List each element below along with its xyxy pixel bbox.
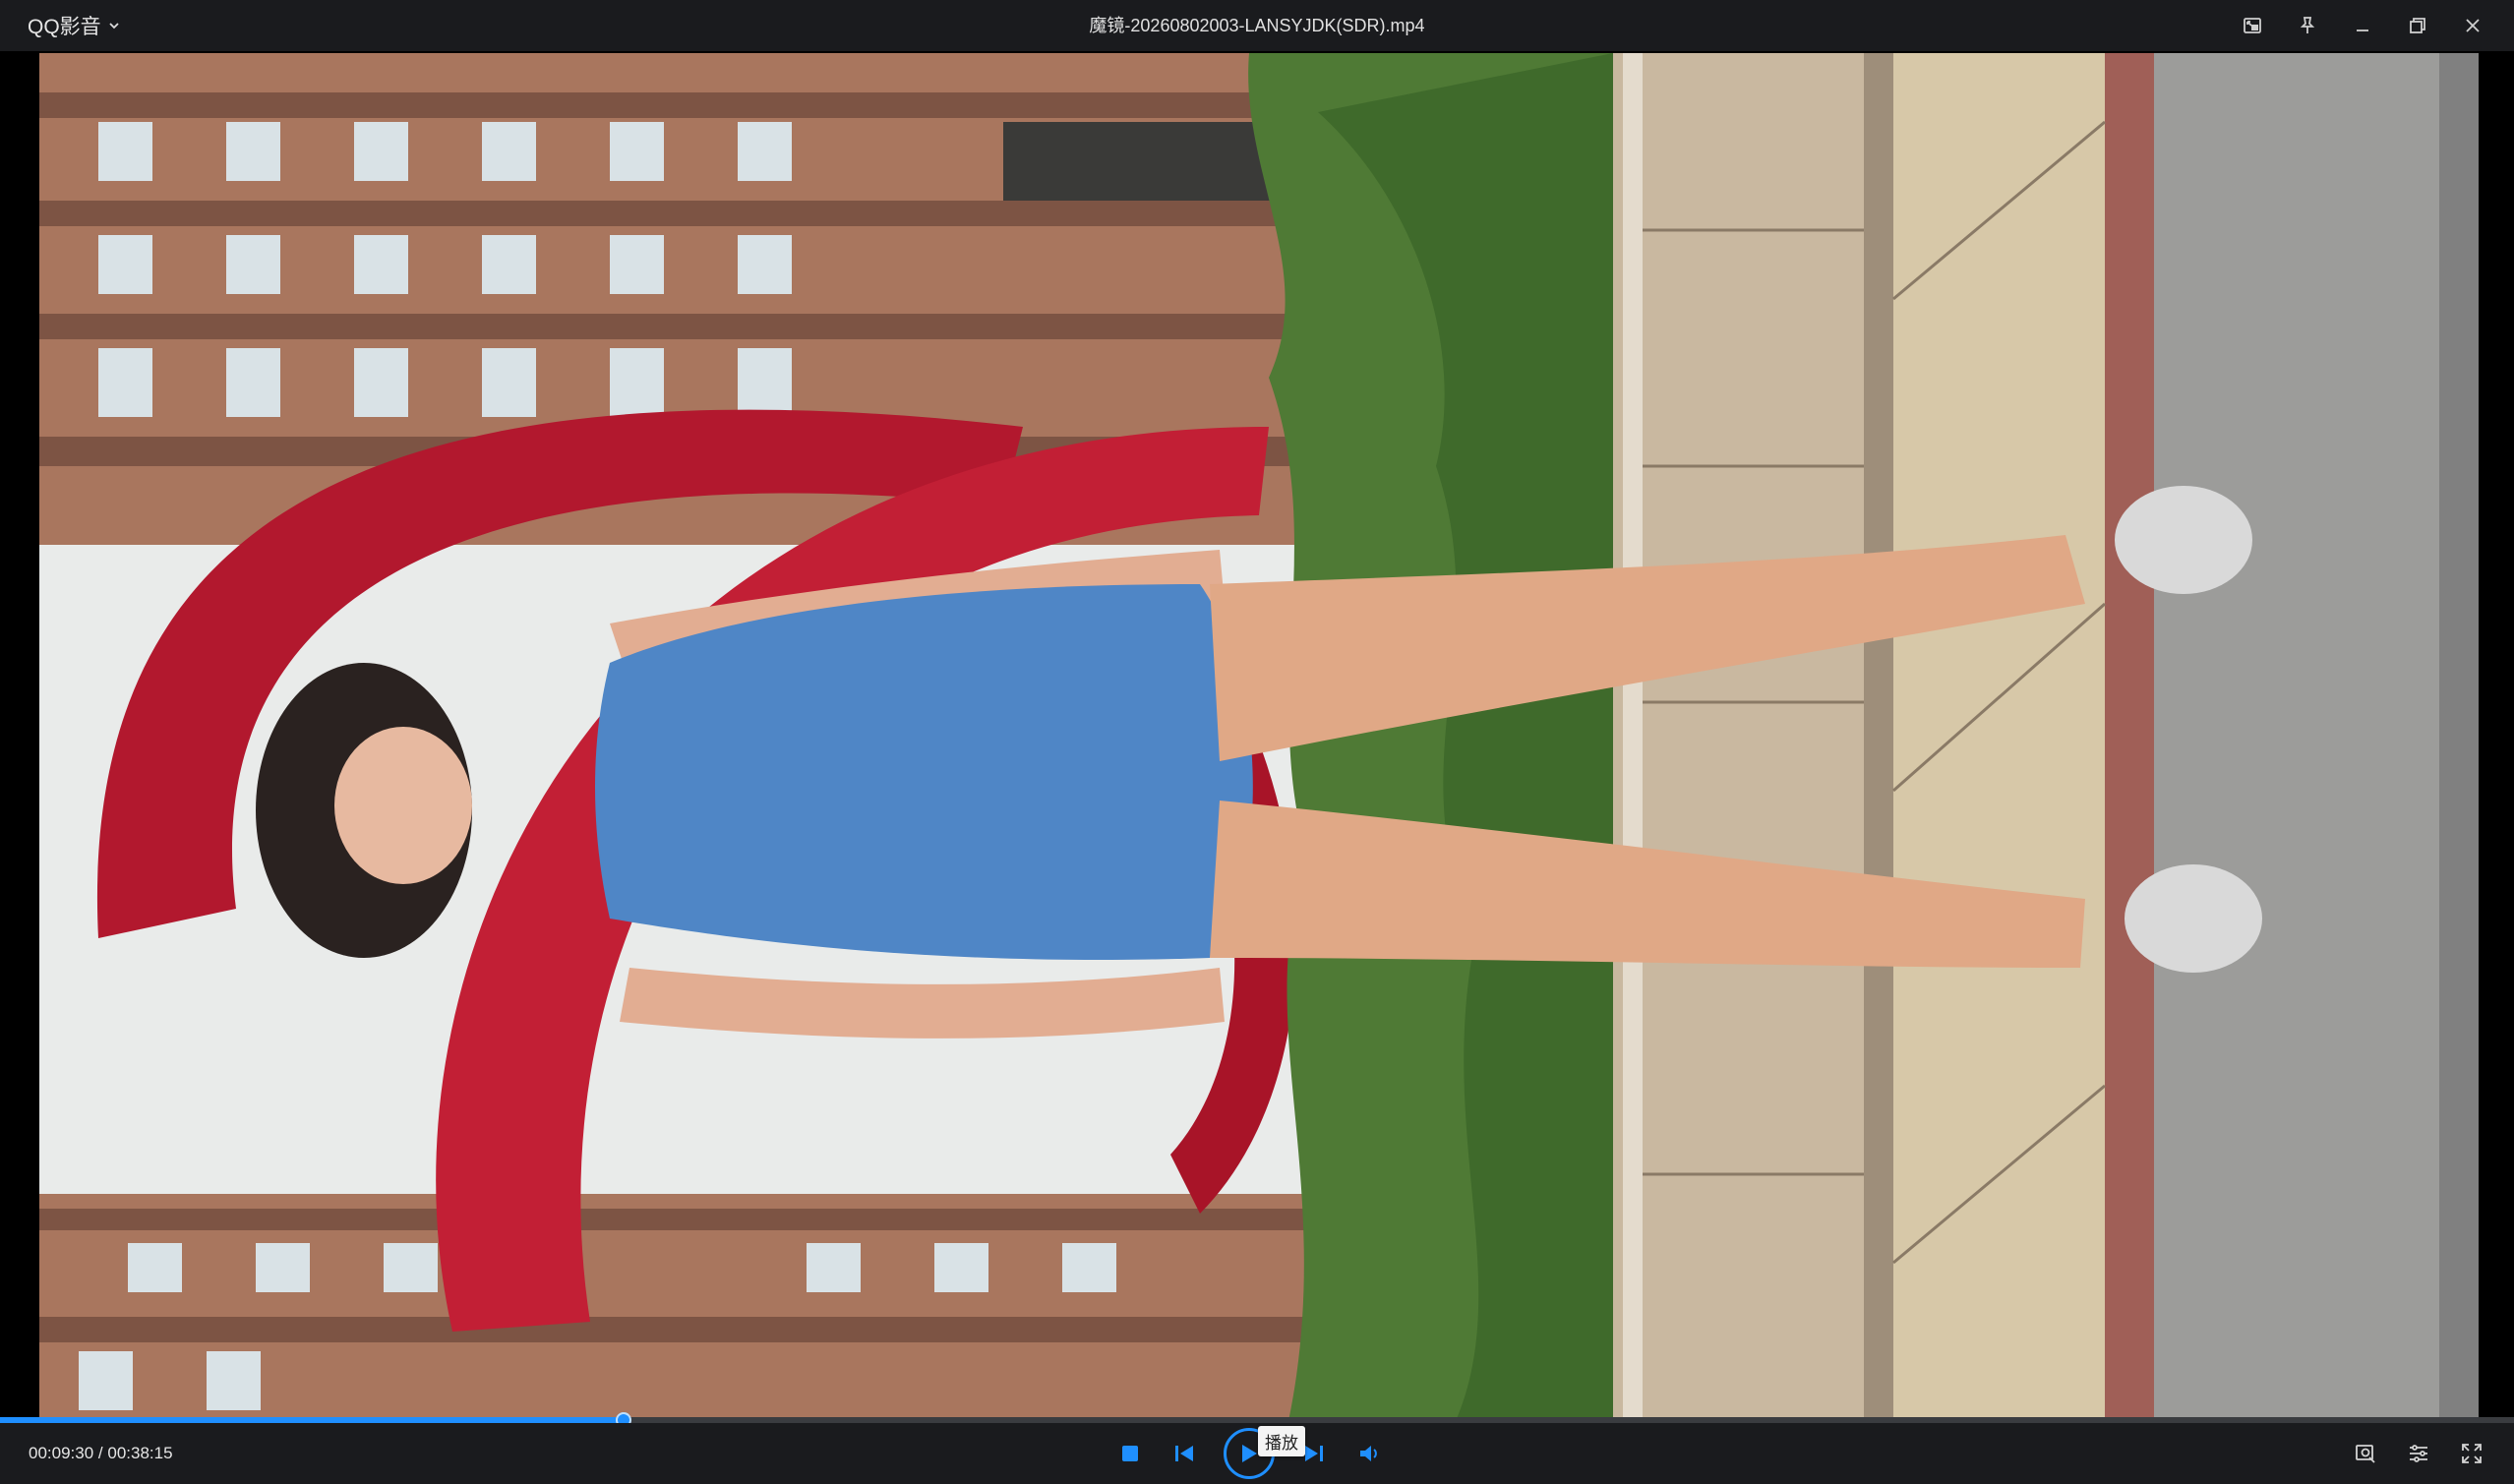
picture-in-picture-icon <box>2244 18 2261 33</box>
video-frame <box>39 53 2479 1421</box>
video-display[interactable] <box>0 51 2514 1421</box>
screenshot-button[interactable] <box>2339 1427 2392 1480</box>
settings-icon <box>2410 1445 2427 1462</box>
time-display: 00:09:30 / 00:38:15 <box>29 1423 173 1484</box>
video-player-window: QQ影音 魔镜-20260802003-LANSYJDK(SDR).mp4 00… <box>0 0 2514 1484</box>
previous-button[interactable] <box>1167 1434 1202 1473</box>
picture-in-picture-button[interactable] <box>2225 0 2280 51</box>
play-icon <box>1242 1445 1257 1462</box>
volume-icon <box>1360 1446 1377 1461</box>
volume-button[interactable] <box>1353 1434 1389 1473</box>
pin-icon <box>2300 17 2315 33</box>
video-frame-image <box>39 53 2479 1421</box>
screenshot-icon <box>2356 1445 2375 1463</box>
next-icon <box>1305 1446 1323 1461</box>
fullscreen-button[interactable] <box>2445 1427 2498 1480</box>
file-title: 魔镜-20260802003-LANSYJDK(SDR).mp4 <box>1089 16 1425 35</box>
window-controls <box>2225 0 2500 51</box>
fullscreen-icon <box>2462 1444 2482 1463</box>
minimize-icon <box>2357 30 2368 31</box>
play-tooltip: 播放 <box>1258 1426 1305 1456</box>
pin-button[interactable] <box>2280 0 2335 51</box>
current-time: 00:09:30 <box>29 1444 94 1462</box>
minimize-button[interactable] <box>2335 0 2390 51</box>
title-bar[interactable]: QQ影音 魔镜-20260802003-LANSYJDK(SDR).mp4 <box>0 0 2514 51</box>
restore-icon <box>2410 18 2425 33</box>
settings-button[interactable] <box>2392 1427 2445 1480</box>
stop-button[interactable] <box>1115 1434 1145 1473</box>
previous-icon <box>1175 1446 1193 1461</box>
stop-icon <box>1122 1446 1138 1461</box>
playback-controls <box>1115 1423 1389 1484</box>
extra-controls <box>2339 1423 2498 1484</box>
total-time: 00:38:15 <box>107 1444 173 1462</box>
control-bar: 00:09:30 / 00:38:15 <box>0 1423 2514 1484</box>
time-separator: / <box>93 1444 108 1462</box>
restore-button[interactable] <box>2390 0 2445 51</box>
close-icon <box>2466 19 2480 32</box>
close-button[interactable] <box>2445 0 2500 51</box>
